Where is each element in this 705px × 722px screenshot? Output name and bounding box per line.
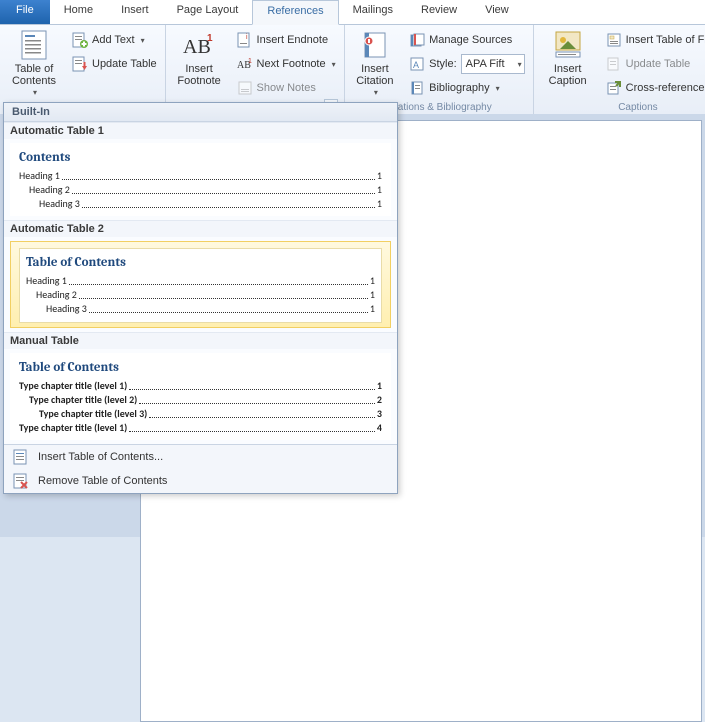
cross-reference-icon: [606, 80, 622, 96]
insert-table-of-figures-button[interactable]: Insert Table of Figures: [602, 29, 705, 51]
toc-gallery-dropdown: Built-In Automatic Table 1 Contents Head…: [3, 102, 398, 494]
toc-preview-lines: Heading 11Heading 21Heading 31: [19, 169, 382, 211]
group-captions: Insert Caption Insert Table of Figures U…: [534, 25, 705, 115]
bibliography-button[interactable]: Bibliography ▾: [405, 77, 529, 99]
insert-footnote-label: Insert Footnote: [177, 63, 220, 87]
chevron-down-icon: ▾: [496, 84, 500, 93]
chevron-down-icon: ▾: [33, 87, 37, 99]
cross-reference-button[interactable]: Cross-reference: [602, 77, 705, 99]
tab-view[interactable]: View: [471, 0, 523, 24]
insert-citation-icon: [359, 29, 391, 61]
tab-insert[interactable]: Insert: [107, 0, 163, 24]
insert-footnote-button[interactable]: AB1 Insert Footnote: [170, 27, 229, 87]
update-tof-icon: [606, 56, 622, 72]
chevron-down-icon: ▾: [374, 87, 378, 99]
update-tof-label: Update Table: [626, 58, 691, 70]
add-text-button[interactable]: Add Text ▾: [68, 29, 161, 51]
next-footnote-icon: AB1: [237, 56, 253, 72]
manage-sources-icon: [409, 32, 425, 48]
next-footnote-button[interactable]: AB1 Next Footnote ▾: [233, 53, 340, 75]
gallery-commands: Insert Table of Contents... Remove Table…: [4, 444, 397, 493]
insert-caption-button[interactable]: Insert Caption: [538, 27, 598, 87]
tab-home[interactable]: Home: [50, 0, 107, 24]
insert-endnote-button[interactable]: i Insert Endnote: [233, 29, 340, 51]
insert-endnote-label: Insert Endnote: [257, 34, 329, 46]
table-of-contents-button[interactable]: Table of Contents▾: [4, 27, 64, 99]
svg-text:1: 1: [207, 33, 213, 44]
insert-caption-icon: [552, 29, 584, 61]
group-label-captions: Captions: [538, 101, 705, 115]
insert-endnote-icon: i: [237, 32, 253, 48]
gallery-header-builtin: Built-In: [4, 103, 397, 122]
tab-file[interactable]: File: [0, 0, 50, 24]
bibliography-label: Bibliography: [429, 82, 490, 94]
toc-preview-lines: Heading 11Heading 21Heading 31: [26, 274, 375, 316]
tab-page-layout[interactable]: Page Layout: [163, 0, 253, 24]
svg-text:1: 1: [248, 58, 252, 65]
chevron-down-icon: ▾: [141, 36, 145, 45]
update-table-button[interactable]: Update Table: [68, 53, 161, 75]
show-notes-label: Show Notes: [257, 82, 316, 94]
toc-line: Heading 31: [19, 197, 382, 211]
manage-sources-label: Manage Sources: [429, 34, 512, 46]
update-table-label: Update Table: [92, 58, 157, 70]
remove-toc-icon: [12, 473, 28, 489]
update-table-icon: [72, 56, 88, 72]
table-of-contents-label: Table of Contents: [12, 63, 56, 87]
remove-toc-label: Remove Table of Contents: [38, 475, 167, 487]
toc-line: Heading 11: [26, 274, 375, 288]
insert-caption-label: Insert Caption: [549, 63, 587, 87]
add-text-label: Add Text: [92, 34, 135, 46]
chevron-down-icon: ▾: [332, 60, 336, 69]
insert-tof-icon: [606, 32, 622, 48]
gallery-item-manual-table[interactable]: Table of Contents Type chapter title (le…: [10, 353, 391, 440]
style-value: APA Fift: [466, 58, 505, 70]
toc-title: Table of Contents: [19, 360, 382, 375]
toc-line: Heading 11: [19, 169, 382, 183]
toc-line: Type chapter title (level 3)3: [19, 407, 382, 421]
style-combo[interactable]: APA Fift ▾: [461, 54, 525, 74]
insert-tof-label: Insert Table of Figures: [626, 34, 705, 46]
insert-citation-label: Insert Citation: [356, 63, 393, 87]
gallery-category-manual: Manual Table: [4, 332, 397, 349]
toc-preview-lines: Type chapter title (level 1)1Type chapte…: [19, 379, 382, 435]
citation-style-control[interactable]: A Style: APA Fift ▾: [405, 53, 529, 75]
gallery-category-auto2: Automatic Table 2: [4, 220, 397, 237]
remove-toc-command[interactable]: Remove Table of Contents: [4, 469, 397, 493]
insert-toc-command[interactable]: Insert Table of Contents...: [4, 445, 397, 469]
gallery-category-auto1: Automatic Table 1: [4, 122, 397, 139]
bibliography-icon: [409, 80, 425, 96]
toc-title: Contents: [19, 150, 382, 165]
tab-strip: File Home Insert Page Layout References …: [0, 0, 705, 25]
svg-text:A: A: [413, 60, 419, 70]
toc-line: Type chapter title (level 2)2: [19, 393, 382, 407]
toc-line: Heading 31: [26, 302, 375, 316]
show-notes-icon: [237, 80, 253, 96]
insert-footnote-icon: AB1: [183, 29, 215, 61]
manage-sources-button[interactable]: Manage Sources: [405, 29, 529, 51]
style-icon: A: [409, 56, 425, 72]
insert-citation-button[interactable]: Insert Citation▾: [349, 27, 401, 99]
tab-references[interactable]: References: [252, 0, 338, 25]
insert-toc-icon: [12, 449, 28, 465]
tab-review[interactable]: Review: [407, 0, 471, 24]
add-text-icon: [72, 32, 88, 48]
insert-toc-label: Insert Table of Contents...: [38, 451, 163, 463]
tab-mailings[interactable]: Mailings: [339, 0, 407, 24]
toc-line: Heading 21: [19, 183, 382, 197]
update-tof-button[interactable]: Update Table: [602, 53, 705, 75]
cross-reference-label: Cross-reference: [626, 82, 705, 94]
gallery-item-automatic-table-2[interactable]: Table of Contents Heading 11Heading 21He…: [10, 241, 391, 328]
next-footnote-label: Next Footnote: [257, 58, 326, 70]
table-of-contents-icon: [18, 29, 50, 61]
toc-title: Table of Contents: [26, 255, 375, 270]
gallery-item-automatic-table-1[interactable]: Contents Heading 11Heading 21Heading 31: [10, 143, 391, 216]
toc-line: Heading 21: [26, 288, 375, 302]
style-label: Style:: [429, 58, 457, 70]
chevron-down-icon: ▾: [518, 60, 522, 69]
toc-line: Type chapter title (level 1)4: [19, 421, 382, 435]
show-notes-button[interactable]: Show Notes: [233, 77, 340, 99]
toc-line: Type chapter title (level 1)1: [19, 379, 382, 393]
